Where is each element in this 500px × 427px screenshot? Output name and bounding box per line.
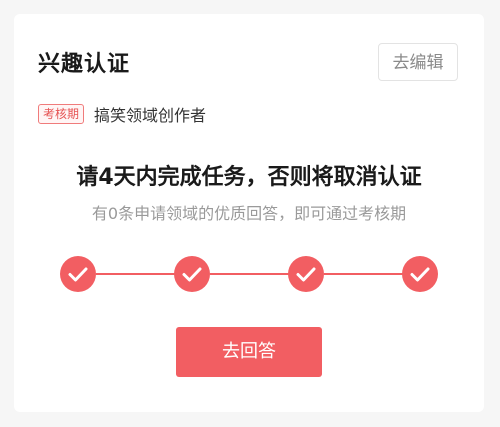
- interest-certification-card: 兴趣认证 去编辑 考核期 搞笑领域创作者 请4天内完成任务，否则将取消认证 有0…: [14, 14, 484, 412]
- assessment-period-badge: 考核期: [38, 104, 85, 124]
- card-title: 兴趣认证: [38, 52, 131, 77]
- go-answer-button[interactable]: 去回答: [176, 327, 322, 377]
- progress-step-3: [288, 256, 324, 292]
- edit-button[interactable]: 去编辑: [378, 43, 458, 81]
- tag-row: 考核期 搞笑领域创作者: [38, 102, 206, 126]
- check-icon: [410, 267, 430, 282]
- task-subline: 有0条申请领域的优质回答，即可通过考核期: [91, 204, 407, 223]
- field-label: 搞笑领域创作者: [94, 106, 207, 125]
- progress-step-2: [174, 256, 210, 292]
- progress-steps: [14, 254, 484, 294]
- progress-step-1: [60, 256, 96, 292]
- check-icon: [68, 267, 88, 282]
- task-headline: 请4天内完成任务，否则将取消认证: [76, 165, 422, 190]
- step-connector-3: [324, 273, 406, 275]
- step-connector-1: [96, 273, 178, 275]
- check-icon: [296, 267, 316, 282]
- check-icon: [182, 267, 202, 282]
- progress-step-4: [402, 256, 438, 292]
- step-connector-2: [210, 273, 292, 275]
